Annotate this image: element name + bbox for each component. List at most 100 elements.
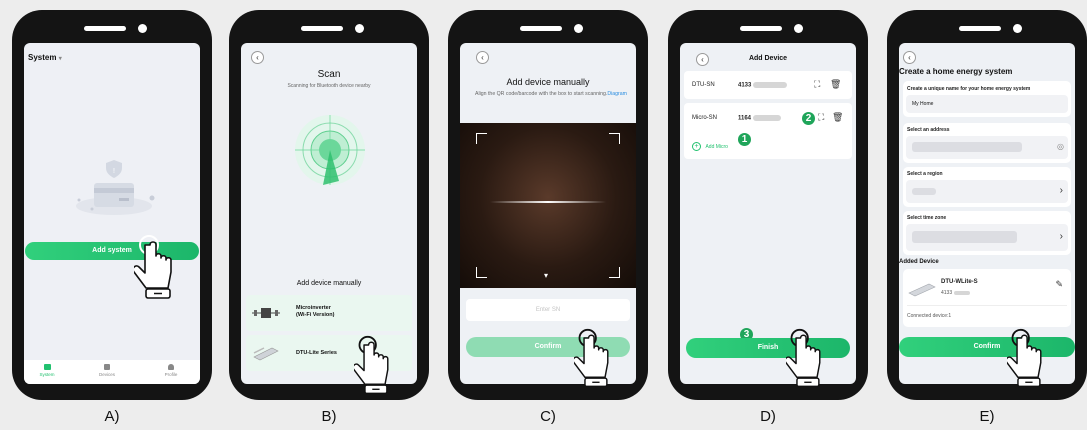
region-select[interactable]: › bbox=[906, 180, 1068, 203]
camera bbox=[794, 24, 803, 33]
flashlight-icon[interactable]: ▾ bbox=[544, 271, 548, 280]
viewfinder-corner-tl bbox=[476, 133, 487, 144]
scan-icon[interactable]: ⛶ bbox=[818, 112, 824, 123]
connected-count: Connected device:1 bbox=[907, 313, 952, 319]
address-card: Select an address ◎ bbox=[903, 123, 1071, 163]
system-header[interactable]: System ▾ bbox=[28, 53, 62, 62]
camera bbox=[1013, 24, 1022, 33]
address-select[interactable]: ◎ bbox=[906, 136, 1068, 159]
speaker bbox=[959, 26, 1001, 31]
scan-title: Scan bbox=[317, 69, 341, 80]
caption-d: D) bbox=[760, 408, 776, 425]
blurred-sn bbox=[752, 115, 781, 121]
back-button[interactable]: ‹ bbox=[903, 51, 916, 64]
device-divider bbox=[907, 305, 1067, 306]
scan-icon[interactable]: ⛶ bbox=[814, 79, 820, 90]
timezone-card: Select time zone › bbox=[903, 211, 1071, 255]
microinverter-icon bbox=[252, 308, 280, 318]
device-option-microinverter[interactable]: Microinverter (Wi-Fi Version) bbox=[246, 295, 412, 331]
phone-e: ‹ Create a home energy system Create a u… bbox=[887, 10, 1087, 400]
microinverter-label: Microinverter (Wi-Fi Version) bbox=[296, 305, 335, 318]
dtu-sn-label: DTU-SN bbox=[692, 82, 715, 88]
dtu-sn-text: 4133 bbox=[738, 82, 752, 89]
name-input[interactable]: My Home bbox=[906, 95, 1068, 113]
viewfinder-corner-bl bbox=[476, 267, 487, 278]
camera bbox=[574, 24, 583, 33]
phone-a: System ▾ ! Add system System Devices Pro… bbox=[12, 10, 212, 400]
blurred-timezone bbox=[912, 231, 1017, 243]
tap-hand-icon bbox=[1007, 328, 1042, 388]
nav-devices[interactable]: Devices bbox=[92, 364, 122, 377]
manual-instruction: Align the QR code/barcode with the box t… bbox=[474, 91, 628, 98]
edit-pencil-icon[interactable]: ✎ bbox=[1055, 279, 1063, 290]
profile-icon bbox=[168, 364, 174, 370]
added-device-card: DTU-WLite-S 4133 ✎ Connected device:1 bbox=[903, 269, 1071, 327]
scan-subtitle: Scanning for Bluetooth device nearby bbox=[287, 83, 371, 89]
camera bbox=[138, 24, 147, 33]
tap-hand-icon bbox=[354, 335, 389, 395]
added-device-heading: Added Device bbox=[899, 259, 939, 265]
chevron-right-icon: › bbox=[1059, 185, 1063, 196]
back-button[interactable]: ‹ bbox=[476, 51, 489, 64]
nav-system[interactable]: System bbox=[32, 364, 62, 377]
dtu-device-icon bbox=[908, 283, 936, 297]
timezone-select[interactable]: › bbox=[906, 224, 1068, 251]
add-micro-label: Add Micro bbox=[705, 144, 728, 150]
name-card: Create a unique name for your home energ… bbox=[903, 81, 1071, 117]
manual-title: Add device manually bbox=[506, 77, 590, 87]
system-icon bbox=[43, 364, 51, 370]
screen-a: System ▾ ! Add system System Devices Pro… bbox=[24, 43, 200, 384]
region-card: Select a region › bbox=[903, 167, 1071, 207]
location-pin-icon: ◎ bbox=[1057, 142, 1064, 151]
add-device-title: Add Device bbox=[748, 55, 788, 62]
dtu-sn-row: DTU-SN 4133 ⛶ 🗑 bbox=[684, 71, 852, 99]
delete-icon[interactable]: 🗑 bbox=[830, 79, 841, 90]
caption-a: A) bbox=[104, 408, 120, 425]
caption-c: C) bbox=[540, 408, 556, 425]
micro-sn-label: Micro-SN bbox=[692, 115, 717, 121]
step-badge-2: 2 bbox=[802, 112, 815, 125]
camera bbox=[355, 24, 364, 33]
add-manually-label: Add device manually bbox=[296, 280, 362, 287]
region-label: Select a region bbox=[907, 171, 943, 177]
phone-d: ‹ Add Device DTU-SN 4133 ⛶ 🗑 Micro-SN 11… bbox=[668, 10, 868, 400]
viewfinder-corner-br bbox=[609, 267, 620, 278]
device-sn-text: 4133 bbox=[941, 290, 953, 296]
phone-b: ‹ Scan Scanning for Bluetooth device nea… bbox=[229, 10, 429, 400]
bottom-nav: System Devices Profile bbox=[24, 360, 200, 384]
blurred-region bbox=[912, 188, 936, 195]
blurred-sn bbox=[753, 82, 788, 88]
dtu-sn-value: 4133 bbox=[738, 82, 788, 89]
address-label: Select an address bbox=[907, 127, 950, 133]
screen-b: ‹ Scan Scanning for Bluetooth device nea… bbox=[241, 43, 417, 384]
radar-scan-icon bbox=[295, 115, 365, 185]
micro-sn-value: 1164 bbox=[738, 115, 781, 122]
nav-profile[interactable]: Profile bbox=[156, 364, 186, 377]
svg-text:!: ! bbox=[113, 168, 115, 175]
speaker bbox=[301, 26, 343, 31]
delete-icon[interactable]: 🗑 bbox=[832, 112, 843, 123]
dtu-lite-icon bbox=[253, 347, 279, 361]
name-label: Create a unique name for your home energ… bbox=[907, 86, 1031, 92]
screen-d: ‹ Add Device DTU-SN 4133 ⛶ 🗑 Micro-SN 11… bbox=[680, 43, 856, 384]
camera-viewfinder: ▾ bbox=[460, 123, 636, 288]
speaker bbox=[520, 26, 562, 31]
phone-c: ‹ Add device manually Align the QR code/… bbox=[448, 10, 648, 400]
nav-devices-label: Devices bbox=[98, 372, 115, 377]
sn-input[interactable]: Enter SN bbox=[466, 299, 630, 321]
nav-system-label: System bbox=[39, 372, 55, 377]
empty-system-illustration: ! bbox=[76, 160, 155, 215]
back-button[interactable]: ‹ bbox=[251, 51, 264, 64]
caption-e: E) bbox=[979, 408, 995, 425]
scan-line bbox=[490, 201, 606, 203]
speaker bbox=[84, 26, 126, 31]
diagram-link[interactable]: Diagram bbox=[607, 91, 627, 97]
create-system-title: Create a home energy system bbox=[899, 67, 1013, 76]
tap-hand-icon bbox=[574, 328, 609, 388]
chevron-down-icon: ▾ bbox=[58, 56, 62, 62]
add-circle-icon: + bbox=[692, 142, 701, 151]
blurred-sn bbox=[953, 290, 970, 295]
devices-icon bbox=[104, 364, 110, 370]
chevron-right-icon: › bbox=[1059, 231, 1063, 242]
add-micro-button[interactable]: + Add Micro bbox=[692, 135, 728, 153]
